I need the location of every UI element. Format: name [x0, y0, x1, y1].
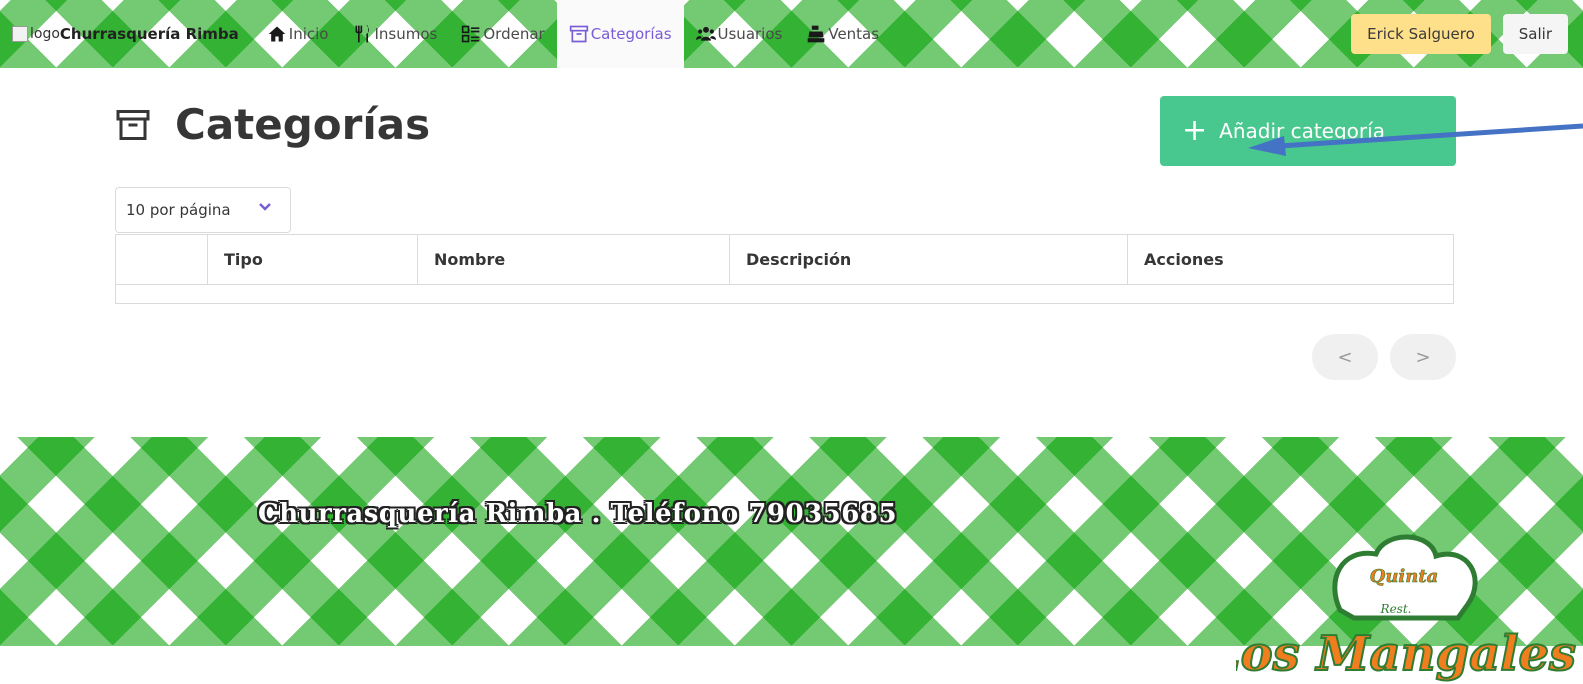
column-header-descripcion[interactable]: Descripción	[730, 235, 1128, 284]
nav-item-label: Insumos	[374, 25, 438, 43]
broken-image-icon	[12, 26, 28, 42]
nav-item-usuarios[interactable]: Usuarios	[684, 0, 795, 68]
logo-top-text: Quinta	[1370, 566, 1439, 587]
nav-left: logo Churrasquería Rimba Inicio Insumos …	[0, 0, 891, 68]
table-header: Tipo Nombre Descripción Acciones	[116, 235, 1453, 285]
brand-name: Churrasquería Rimba	[59, 25, 239, 43]
logout-button[interactable]: Salir	[1502, 14, 1568, 54]
logo-bottom-text: Los Mangales	[1236, 626, 1576, 682]
nav-item-label: Inicio	[288, 25, 329, 43]
utensils-icon	[355, 25, 369, 43]
users-icon	[695, 26, 716, 41]
page-title-row: Categorías	[115, 100, 430, 149]
navbar: logo Churrasquería Rimba Inicio Insumos …	[0, 0, 1583, 68]
page-title: Categorías	[175, 100, 431, 149]
per-page-value: 10 por página	[126, 201, 231, 219]
nav-item-categorias[interactable]: Categorías	[556, 0, 684, 68]
next-page-button[interactable]: >	[1390, 334, 1456, 380]
column-header-acciones: Acciones	[1144, 250, 1224, 269]
user-button[interactable]: Erick Salguero	[1351, 14, 1491, 54]
nav-item-label: Categorías	[590, 25, 672, 43]
plus-icon: +	[1182, 113, 1208, 148]
nav-item-label: Usuarios	[717, 25, 783, 43]
nav-item-insumos[interactable]: Insumos	[341, 0, 450, 68]
column-header-select	[116, 235, 208, 284]
nav-right: Erick Salguero Salir	[1351, 0, 1583, 68]
per-page-select[interactable]: 10 por página	[115, 187, 291, 233]
previous-page-button[interactable]: <	[1312, 334, 1378, 380]
footer-contact-text: Churrasquería Rimba . Teléfono 79035685	[258, 499, 898, 529]
nav-item-ordenar[interactable]: Ordenar	[449, 0, 556, 68]
nav-item-label: Ventas	[828, 25, 880, 43]
cash-register-icon	[808, 25, 825, 43]
archive-icon	[116, 109, 150, 140]
table-body	[116, 285, 1453, 303]
nav-item-label: Ordenar	[483, 25, 545, 43]
column-header-tipo[interactable]: Tipo	[208, 235, 418, 284]
restaurant-logo: Quinta Rest. Los Mangales	[1236, 534, 1577, 683]
nav-item-inicio[interactable]: Inicio	[255, 0, 341, 68]
logo-mid-text: Rest.	[1380, 602, 1412, 616]
categories-table: Tipo Nombre Descripción Acciones	[115, 234, 1454, 304]
annotation-arrow	[1248, 123, 1583, 156]
pagination: < >	[1312, 334, 1468, 380]
archive-icon	[569, 25, 588, 43]
brand-logo-alt: logo	[30, 26, 60, 42]
column-header-nombre[interactable]: Nombre	[418, 235, 730, 284]
home-icon	[268, 26, 286, 42]
brand-link[interactable]: logo Churrasquería Rimba	[12, 0, 239, 68]
list-check-icon	[462, 25, 480, 43]
chevron-down-icon	[259, 203, 271, 211]
nav-item-ventas[interactable]: Ventas	[794, 0, 891, 68]
